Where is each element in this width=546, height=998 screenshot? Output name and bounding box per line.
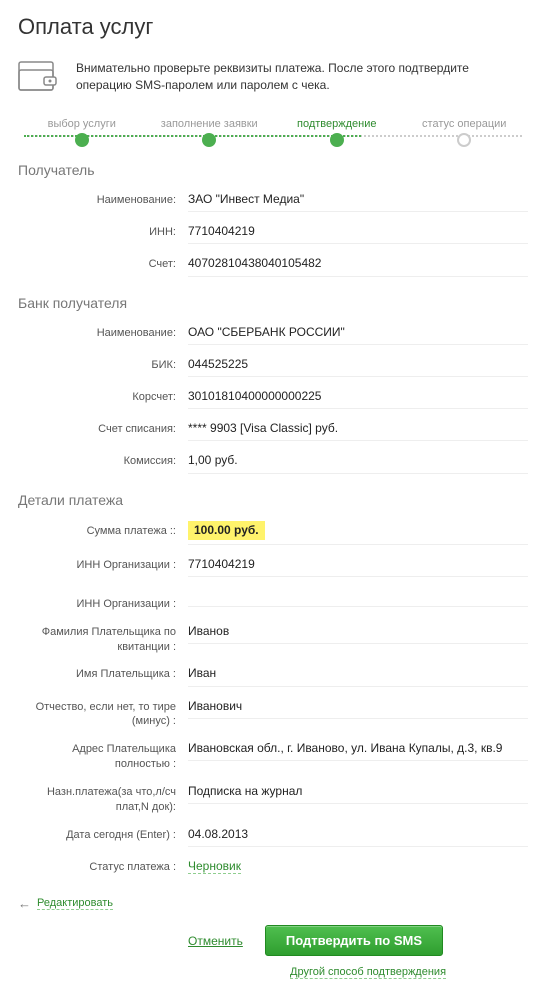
step-1: выбор услуги [18, 118, 146, 147]
org-inn2-value [188, 588, 528, 607]
recipient-inn-value: 7710404219 [188, 223, 528, 244]
purpose-value: Подписка на журнал [188, 783, 528, 804]
recipient-account-value: 40702810438040105482 [188, 255, 528, 276]
bank-bik-row: БИК: 044525225 [18, 351, 528, 383]
page-title: Оплата услуг [18, 14, 528, 40]
arrow-left-icon: ← [18, 896, 31, 911]
recipient-name-row: Наименование: ЗАО "Инвест Медиа" [18, 186, 528, 218]
card-label: Счет списания: [18, 422, 188, 437]
bank-name-value: ОАО "СБЕРБАНК РОССИИ" [188, 324, 528, 345]
bank-corr-row: Корсчет: 30101810400000000225 [18, 383, 528, 415]
recipient-account-label: Счет: [18, 257, 188, 272]
bank-heading: Банк получателя [18, 295, 528, 311]
status-row: Статус платежа : Черновик [18, 853, 528, 884]
patronymic-row: Отчество, если нет, то тире (минус) : Ив… [18, 693, 528, 736]
fee-label: Комиссия: [18, 454, 188, 469]
org-inn2-row: ИНН Организации : [18, 583, 528, 618]
fee-value: 1,00 руб. [188, 452, 528, 473]
bank-name-row: Наименование: ОАО "СБЕРБАНК РОССИИ" [18, 319, 528, 351]
address-value: Ивановская обл., г. Иваново, ул. Ивана К… [188, 740, 528, 761]
purpose-label: Назн.платежа(за что,л/сч плат,N док): [18, 785, 188, 815]
step-2: заполнение заявки [146, 118, 274, 147]
firstname-row: Имя Плательщика : Иван [18, 660, 528, 692]
amount-label: Сумма платежа :: [18, 524, 188, 539]
status-link[interactable]: Черновик [188, 859, 241, 874]
alt-confirm-link[interactable]: Другой способ подтверждения [290, 966, 446, 979]
confirm-sms-button[interactable]: Подтвердить по SMS [265, 925, 443, 956]
lastname-row: Фамилия Плательщика по квитанции : Ивано… [18, 618, 528, 661]
date-label: Дата сегодня (Enter) : [18, 828, 188, 843]
amount-row: Сумма платежа :: 100.00 руб. [18, 516, 528, 551]
date-row: Дата сегодня (Enter) : 04.08.2013 [18, 821, 528, 853]
lastname-value: Иванов [188, 623, 528, 644]
recipient-account-row: Счет: 40702810438040105482 [18, 250, 528, 282]
status-value: Черновик [188, 858, 528, 878]
bank-bik-label: БИК: [18, 358, 188, 373]
step-3: подтверждение [273, 118, 401, 147]
recipient-inn-row: ИНН: 7710404219 [18, 218, 528, 250]
step-4: статус операции [401, 118, 529, 147]
recipient-heading: Получатель [18, 162, 528, 178]
address-row: Адрес Плательщика полностью : Ивановская… [18, 735, 528, 778]
org-inn-row: ИНН Организации : 7710404219 [18, 551, 528, 583]
bank-corr-label: Корсчет: [18, 390, 188, 405]
org-inn-value: 7710404219 [188, 556, 528, 577]
details-heading: Детали платежа [18, 492, 528, 508]
purpose-row: Назн.платежа(за что,л/сч плат,N док): По… [18, 778, 528, 821]
patronymic-value: Иванович [188, 698, 528, 719]
bank-name-label: Наименование: [18, 326, 188, 341]
cancel-link[interactable]: Отменить [188, 934, 243, 948]
wallet-icon [18, 58, 62, 98]
bank-corr-value: 30101810400000000225 [188, 388, 528, 409]
edit-link[interactable]: ← Редактировать [18, 896, 113, 911]
card-value: **** 9903 [Visa Classic] руб. [188, 420, 528, 441]
firstname-label: Имя Плательщика : [18, 667, 188, 682]
progress-stepper: выбор услуги заполнение заявки подтвержд… [18, 120, 528, 144]
recipient-name-label: Наименование: [18, 193, 188, 208]
lastname-label: Фамилия Плательщика по квитанции : [18, 625, 188, 655]
recipient-inn-label: ИНН: [18, 225, 188, 240]
card-row: Счет списания: **** 9903 [Visa Classic] … [18, 415, 528, 447]
org-inn2-label: ИНН Организации : [18, 597, 188, 612]
address-label: Адрес Плательщика полностью : [18, 742, 188, 772]
patronymic-label: Отчество, если нет, то тире (минус) : [18, 700, 188, 730]
bank-bik-value: 044525225 [188, 356, 528, 377]
firstname-value: Иван [188, 665, 528, 686]
amount-value: 100.00 руб. [188, 521, 528, 545]
fee-row: Комиссия: 1,00 руб. [18, 447, 528, 479]
notice-block: Внимательно проверьте реквизиты платежа.… [18, 58, 528, 98]
notice-text: Внимательно проверьте реквизиты платежа.… [76, 58, 528, 95]
org-inn-label: ИНН Организации : [18, 558, 188, 573]
recipient-name-value: ЗАО "Инвест Медиа" [188, 191, 528, 212]
date-value: 04.08.2013 [188, 826, 528, 847]
status-label: Статус платежа : [18, 860, 188, 875]
